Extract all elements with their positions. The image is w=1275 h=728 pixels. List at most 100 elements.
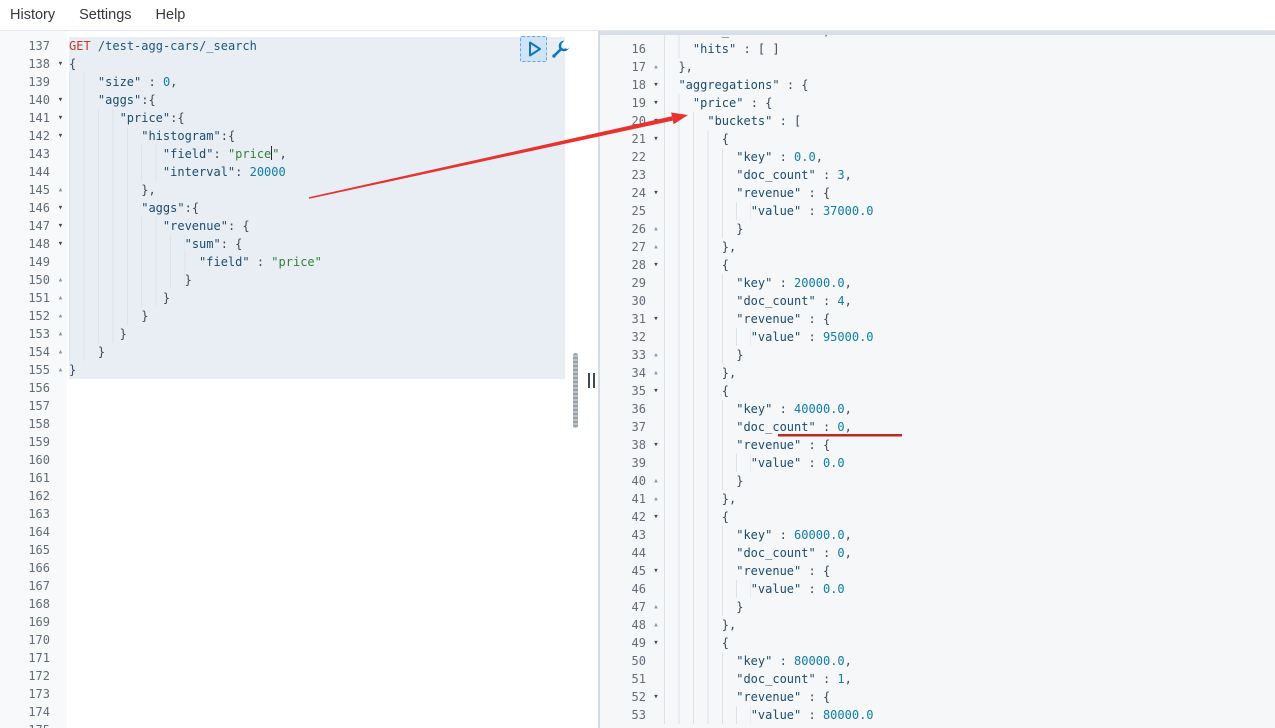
fold-spacer [52, 487, 69, 505]
fold-arrow-icon[interactable]: ▾ [648, 184, 664, 202]
code-text[interactable] [69, 379, 598, 397]
fold-arrow-icon[interactable]: ▴ [648, 58, 664, 76]
code-text[interactable]: } [69, 325, 598, 343]
code-line: 143"field": "price", [0, 145, 598, 163]
fold-arrow-icon[interactable]: ▴ [52, 289, 69, 307]
fold-arrow-icon[interactable]: ▴ [648, 472, 664, 490]
fold-arrow-icon[interactable]: ▾ [52, 199, 69, 217]
code-text[interactable] [69, 469, 598, 487]
fold-arrow-icon[interactable]: ▴ [648, 346, 664, 364]
code-line: 173 [0, 685, 598, 703]
code-text[interactable] [69, 451, 598, 469]
code-text[interactable] [69, 523, 598, 541]
splitter-bar-icon [588, 373, 590, 388]
code-text[interactable]: } [69, 343, 598, 361]
indent-guides [664, 544, 736, 562]
code-text[interactable] [69, 685, 598, 703]
menu-item-history[interactable]: History [0, 7, 67, 23]
fold-arrow-icon[interactable]: ▴ [52, 307, 69, 325]
code-text: "aggregations" : { [664, 76, 1275, 94]
send-request-button[interactable] [520, 36, 547, 62]
code-text[interactable]: "sum": { [69, 235, 598, 253]
fold-arrow-icon[interactable]: ▾ [648, 94, 664, 112]
request-options-button[interactable] [549, 38, 571, 60]
fold-arrow-icon[interactable]: ▾ [648, 436, 664, 454]
code-text[interactable]: "histogram":{ [69, 127, 598, 145]
code-text[interactable]: "price":{ [69, 109, 598, 127]
fold-arrow-icon[interactable]: ▴ [52, 271, 69, 289]
code-line: 146▾"aggs":{ [0, 199, 598, 217]
fold-arrow-icon[interactable]: ▴ [648, 616, 664, 634]
fold-arrow-icon[interactable]: ▴ [648, 238, 664, 256]
fold-arrow-icon[interactable]: ▾ [52, 127, 69, 145]
fold-arrow-icon[interactable]: ▾ [52, 217, 69, 235]
line-number: 35 [600, 382, 648, 400]
code-text: } [664, 346, 1275, 364]
fold-arrow-icon[interactable]: ▴ [648, 220, 664, 238]
fold-arrow-icon[interactable]: ▾ [648, 310, 664, 328]
fold-arrow-icon[interactable]: ▾ [52, 55, 69, 73]
fold-arrow-icon[interactable]: ▴ [52, 325, 69, 343]
fold-arrow-icon[interactable]: ▾ [52, 235, 69, 253]
code-text[interactable]: { [69, 55, 598, 73]
fold-arrow-icon[interactable]: ▾ [648, 382, 664, 400]
code-text[interactable] [69, 577, 598, 595]
line-number: 173 [0, 685, 52, 703]
fold-arrow-icon[interactable]: ▾ [648, 634, 664, 652]
fold-arrow-icon[interactable]: ▾ [648, 130, 664, 148]
code-text[interactable]: "revenue": { [69, 217, 598, 235]
fold-arrow-icon[interactable]: ▾ [648, 112, 664, 130]
line-number: 22 [600, 148, 648, 166]
fold-arrow-icon[interactable]: ▾ [648, 688, 664, 706]
indent-guides [664, 508, 722, 526]
code-text[interactable]: } [69, 307, 598, 325]
code-text[interactable]: "field": "price", [69, 145, 598, 163]
code-text[interactable] [69, 613, 598, 631]
code-text[interactable] [69, 433, 598, 451]
code-line: 30"doc_count" : 4, [600, 292, 1275, 310]
menu-item-settings[interactable]: Settings [67, 7, 143, 23]
fold-spacer [52, 415, 69, 433]
code-text[interactable]: }, [69, 181, 598, 199]
code-text[interactable] [69, 631, 598, 649]
fold-arrow-icon[interactable]: ▴ [648, 598, 664, 616]
code-text[interactable] [69, 595, 598, 613]
splitter-handle[interactable] [588, 373, 597, 388]
code-text[interactable] [69, 559, 598, 577]
fold-arrow-icon[interactable]: ▾ [648, 508, 664, 526]
code-text[interactable] [69, 667, 598, 685]
fold-arrow-icon[interactable]: ▾ [648, 562, 664, 580]
menu-item-help[interactable]: Help [144, 7, 198, 23]
fold-arrow-icon[interactable]: ▾ [52, 109, 69, 127]
code-text[interactable] [69, 397, 598, 415]
code-text[interactable] [69, 415, 598, 433]
code-text[interactable] [69, 487, 598, 505]
code-text: "doc_count" : 1, [664, 670, 1275, 688]
code-text[interactable]: "interval": 20000 [69, 163, 598, 181]
code-text[interactable]: "field" : "price" [69, 253, 598, 271]
code-text[interactable] [69, 703, 598, 721]
fold-arrow-icon[interactable]: ▴ [648, 490, 664, 508]
code-text[interactable]: } [69, 361, 598, 379]
code-text[interactable]: "size" : 0, [69, 73, 598, 91]
code-text[interactable] [69, 649, 598, 667]
code-text[interactable]: GET /test-agg-cars/_search [69, 37, 598, 55]
fold-arrow-icon[interactable]: ▴ [52, 181, 69, 199]
code-text[interactable]: } [69, 289, 598, 307]
fold-arrow-icon[interactable]: ▾ [52, 91, 69, 109]
editor-scrollbar[interactable] [573, 353, 578, 428]
fold-arrow-icon[interactable]: ▴ [52, 361, 69, 379]
fold-arrow-icon[interactable]: ▾ [648, 76, 664, 94]
code-line: 151▴} [0, 289, 598, 307]
code-text[interactable]: } [69, 271, 598, 289]
code-text[interactable] [69, 541, 598, 559]
fold-arrow-icon[interactable]: ▾ [648, 256, 664, 274]
fold-spacer [648, 40, 664, 58]
fold-arrow-icon[interactable]: ▴ [52, 343, 69, 361]
code-text[interactable] [69, 505, 598, 523]
code-text[interactable]: "aggs":{ [69, 91, 598, 109]
fold-arrow-icon[interactable]: ▴ [648, 364, 664, 382]
code-text[interactable] [69, 721, 598, 728]
code-text[interactable]: "aggs":{ [69, 199, 598, 217]
request-editor-panel[interactable]: 137GET /test-agg-cars/_search138▾{139"si… [0, 31, 598, 728]
